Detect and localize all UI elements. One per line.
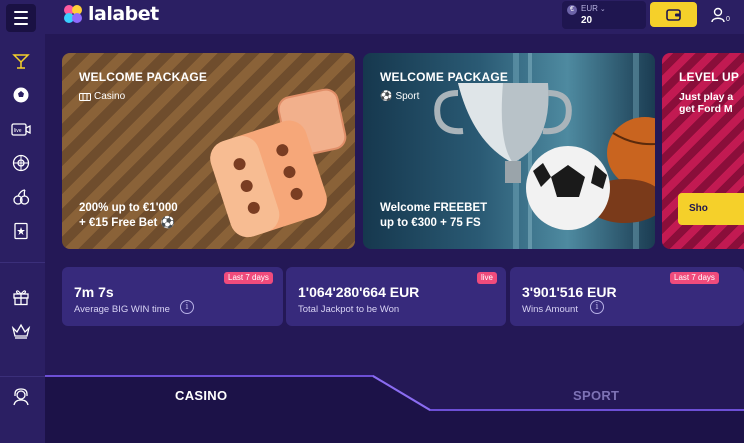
sidebar-item-lottery[interactable]	[10, 220, 32, 242]
menu-icon-line	[14, 23, 28, 25]
show-more-button[interactable]: Sho	[678, 193, 744, 225]
crown-icon	[11, 323, 31, 339]
stat-value: 7m 7s	[74, 284, 114, 300]
top-header: lalabet € EUR ⌄ 20 0	[0, 0, 744, 34]
level-up-banner[interactable]: LEVEL UP Just play a get Ford M Sho	[662, 53, 744, 249]
stat-card-big-win-time: Last 7 days 7m 7s Average BIG WIN time i	[62, 267, 283, 326]
wallet-button[interactable]	[650, 2, 697, 27]
balance-amount: 20	[581, 15, 593, 26]
euro-icon: €	[567, 5, 577, 15]
stat-card-wins-amount: Last 7 days 3'901'516 EUR Wins Amount i	[510, 267, 744, 326]
sidebar-divider	[0, 376, 45, 377]
user-badge: 0	[726, 16, 730, 23]
tab-sport[interactable]: SPORT	[573, 388, 619, 403]
sidebar-item-support[interactable]	[10, 386, 32, 408]
cherries-icon	[13, 189, 30, 205]
soccer-ball-icon: ⚽	[160, 217, 175, 229]
dice-image	[210, 88, 347, 238]
banner-offer: 200% up to €1'000 + €15 Free Bet ⚽	[79, 201, 178, 231]
sidebar: live	[0, 34, 45, 443]
menu-icon-line	[14, 11, 28, 13]
section-tabs: CASINO SPORT	[45, 374, 744, 443]
stat-label: Wins Amount	[522, 304, 578, 315]
sidebar-item-sport[interactable]	[10, 84, 32, 106]
logo-icon	[64, 5, 82, 23]
tab-casino[interactable]: CASINO	[175, 388, 227, 403]
info-icon[interactable]: i	[590, 300, 604, 314]
soccer-ball-icon: ⚽	[380, 91, 393, 102]
soccer-ball-icon	[13, 87, 29, 103]
stat-label: Average BIG WIN time	[74, 304, 170, 315]
tabs-background	[45, 375, 744, 443]
brand-name: lalabet	[88, 3, 159, 25]
banner-offer-line1: 200% up to €1'000	[79, 202, 178, 214]
banner-title: LEVEL UP	[679, 70, 740, 84]
stat-value: 3'901'516 EUR	[522, 284, 617, 300]
currency-code: EUR	[581, 4, 598, 13]
banner-offer-line1: Welcome FREEBET	[380, 202, 488, 214]
banner-category-label: Sport	[395, 91, 420, 102]
stat-card-jackpot: live 1'064'280'664 EUR Total Jackpot to …	[286, 267, 506, 326]
live-badge: live	[477, 272, 498, 284]
banner-title: WELCOME PACKAGE	[380, 70, 509, 84]
banner-title: WELCOME PACKAGE	[79, 70, 208, 84]
banner-offer-line2: up to €300 + 75 FS	[380, 217, 481, 229]
banner-offer-line2-wrap: + €15 Free Bet ⚽	[79, 216, 178, 231]
period-badge: Last 7 days	[224, 272, 273, 284]
currency-label: EUR ⌄	[581, 4, 606, 13]
brand-logo[interactable]: lalabet	[62, 3, 159, 25]
sidebar-item-promotions[interactable]	[10, 286, 32, 308]
lottery-ticket-icon	[14, 222, 28, 240]
user-account-button[interactable]: 0	[704, 2, 734, 27]
banner-subtitle-line1: Just play a	[679, 91, 734, 103]
banner-offer: Welcome FREEBET up to €300 + 75 FS	[380, 201, 487, 231]
menu-button[interactable]	[6, 4, 36, 32]
support-agent-icon	[13, 388, 29, 406]
live-text: live	[14, 128, 22, 134]
stat-label: Total Jackpot to be Won	[298, 304, 400, 315]
banner-subtitle-line2: get Ford M	[679, 103, 733, 115]
menu-icon-line	[14, 17, 28, 19]
live-tv-icon: live	[11, 123, 31, 136]
period-badge: Last 7 days	[670, 272, 719, 284]
chevron-down-icon: ⌄	[599, 6, 606, 13]
sidebar-item-roulette[interactable]	[10, 152, 32, 174]
roulette-icon	[12, 154, 30, 172]
info-icon[interactable]: i	[180, 300, 194, 314]
gift-icon	[13, 290, 29, 306]
stat-value: 1'064'280'664 EUR	[298, 284, 420, 300]
sidebar-divider	[0, 262, 45, 263]
banner-subtitle: Just play a get Ford M	[679, 91, 733, 115]
sidebar-item-live[interactable]: live	[10, 118, 32, 140]
banner-category: Casino	[79, 91, 125, 102]
casino-welcome-banner[interactable]: WELCOME PACKAGE Casino 200% up to €1'000…	[62, 53, 355, 249]
balance-selector[interactable]: € EUR ⌄ 20	[562, 1, 646, 29]
sidebar-item-vip[interactable]	[10, 320, 32, 342]
banner-category: ⚽ Sport	[380, 91, 419, 102]
banner-category-label: Casino	[94, 91, 126, 102]
sidebar-item-cocktail[interactable]	[10, 50, 32, 72]
cocktail-icon	[12, 54, 30, 69]
casino-tag-icon	[79, 92, 91, 101]
sidebar-item-slots[interactable]	[10, 186, 32, 208]
banner-offer-line2: + €15 Free Bet	[79, 217, 158, 229]
wallet-icon	[665, 8, 681, 21]
sport-welcome-banner[interactable]: WELCOME PACKAGE ⚽ Sport Welcome FREEBET …	[363, 53, 655, 249]
